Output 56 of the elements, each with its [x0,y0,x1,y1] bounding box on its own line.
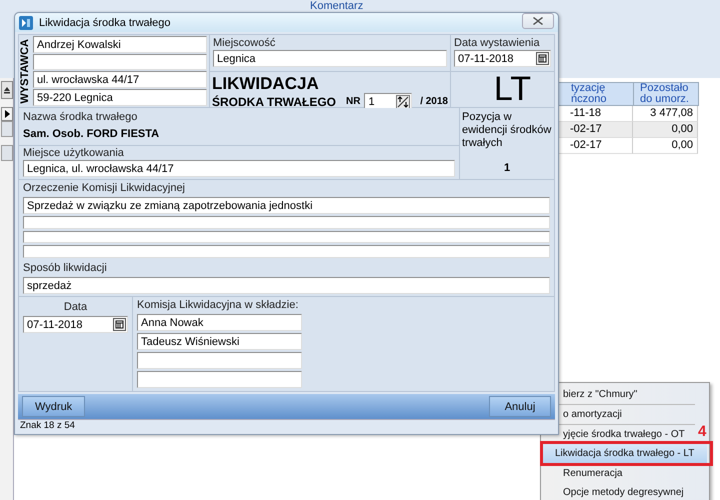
app-icon [19,16,33,30]
close-button[interactable] [522,12,554,28]
year-label: / 2018 [420,96,448,107]
field-label: Nazwa środka trwałego [23,111,138,124]
status-text: Znak 18 z 54 [20,420,75,431]
step-number: 4 [698,423,706,440]
cancel-button[interactable]: Anuluj [489,396,551,417]
asset-name: Sam. Osob. FORD FIESTA [23,128,160,140]
calendar-icon[interactable] [113,318,126,331]
number-label: NR [346,96,360,107]
close-icon [533,16,543,24]
text-field[interactable]: Legnica [213,50,447,67]
field-label: Komisja Likwidacyjna w składzie: [137,299,300,312]
field-label: Data wystawienia [454,37,541,50]
text-field[interactable] [33,54,207,70]
register-position: 1 [502,162,512,174]
text-field[interactable] [137,352,302,369]
calendar-icon[interactable] [536,52,549,65]
column-header[interactable]: tyzację ńczono [556,82,634,106]
menu-item[interactable]: Renumeracja [541,464,709,483]
text-field[interactable]: 59-220 Legnica [33,89,207,106]
text-field[interactable] [23,230,550,244]
text-field[interactable] [23,216,550,229]
issuer-label: WYSTAWCA [19,38,32,104]
field-label: Data [62,301,88,314]
text-field[interactable] [137,371,302,388]
text-field[interactable]: ul. wrocławska 44/17 [33,71,207,88]
window-title: Likwidacja środka trwałego [39,16,170,28]
field-label: Pozycja w ewidencji środków trwałych [462,111,552,150]
text-field[interactable]: Sprzedaż w związku ze zmianą zapotrzebowania jednostki [23,197,550,214]
increment-icon[interactable] [396,94,410,108]
column-label: Komentarz [310,1,364,12]
text-field[interactable]: Legnica, ul. wrocławska 44/17 [23,160,455,177]
text-field[interactable] [23,245,550,258]
field-label: Orzeczenie Komisji Likwidacyjnej [23,182,186,195]
table-cell: 0,00 [633,122,698,138]
document-subtitle: ŚRODKA TRWAŁEGO [212,94,336,108]
menu-item[interactable]: Likwidacja środka trwałego - LT [543,444,707,463]
menu-item[interactable]: Opcje metody degresywnej [541,483,709,500]
text-field[interactable]: Andrzej Kowalski [33,36,207,53]
column-header[interactable]: Pozostało do umorz. [633,82,699,106]
row-header[interactable] [0,145,12,161]
print-button[interactable]: Wydruk [22,396,86,417]
date-field[interactable]: 07-11-2018 [23,316,128,333]
field-label: Miejsce użytkowania [23,147,125,160]
date-field[interactable]: 07-11-2018 [454,50,551,67]
field-label: Sposób likwidacji [23,262,108,276]
field-label: Miejscowość [213,37,276,50]
document-code: LT [492,72,532,106]
text-field[interactable]: Anna Nowak [137,314,302,331]
text-field[interactable]: sprzedaż [23,277,550,294]
document-title: LIKWIDACJA [212,75,320,93]
table-cell: -02-17 [556,122,633,138]
table-cell: 0,00 [633,138,698,154]
text-field[interactable]: Tadeusz Wiśniewski [137,333,302,350]
row-header[interactable] [0,121,12,137]
